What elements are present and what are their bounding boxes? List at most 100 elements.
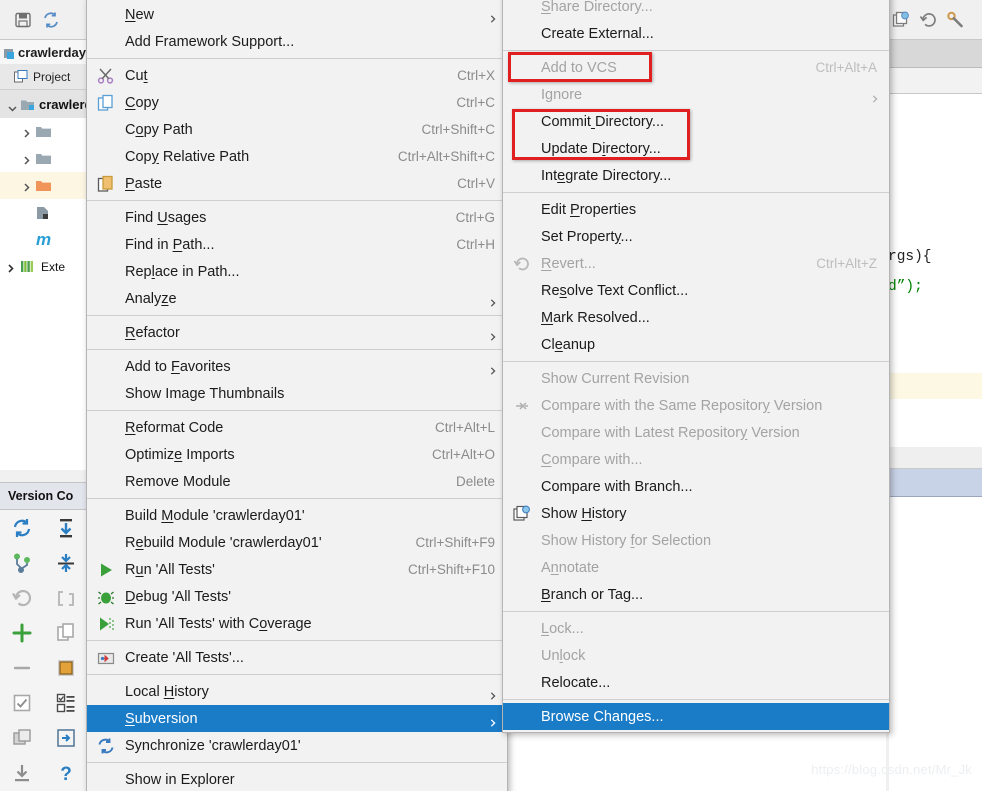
save-all-icon[interactable] bbox=[14, 11, 32, 29]
menu-item-refactor[interactable]: Refactor bbox=[87, 319, 507, 346]
menu-item-run-all-tests[interactable]: Run 'All Tests' Ctrl+Shift+F10 bbox=[87, 556, 507, 583]
menu-item-set-property[interactable]: Set Property... bbox=[503, 223, 889, 250]
menu-item-subversion[interactable]: Subversion bbox=[87, 705, 507, 732]
group-by-icon[interactable] bbox=[55, 692, 77, 714]
checkbox-icon[interactable] bbox=[11, 692, 33, 714]
menu-separator bbox=[87, 498, 507, 499]
update-icon[interactable] bbox=[55, 517, 77, 539]
menu-item-reformat-code[interactable]: Reformat Code Ctrl+Alt+L bbox=[87, 414, 507, 441]
settings-wrench-icon[interactable] bbox=[946, 11, 964, 29]
editor-tab-strip[interactable] bbox=[886, 40, 982, 68]
menu-item-paste[interactable]: Paste Ctrl+V bbox=[87, 170, 507, 197]
menu-item-mark-resolved[interactable]: Mark Resolved... bbox=[503, 304, 889, 331]
menu-item-update-directory[interactable]: Update Directory... bbox=[503, 135, 889, 162]
commit-icon[interactable] bbox=[55, 727, 77, 749]
diff-icon[interactable] bbox=[55, 657, 77, 679]
tree-root-row[interactable]: crawlerday01 bbox=[0, 90, 121, 118]
menu-item-cut[interactable]: Cut Ctrl+X bbox=[87, 62, 507, 89]
sync-refresh-icon[interactable] bbox=[42, 11, 60, 29]
expand-icon[interactable] bbox=[11, 727, 33, 749]
collapse-icon[interactable] bbox=[55, 552, 77, 574]
menu-item-rebuild-module-crawlerday01[interactable]: Rebuild Module 'crawlerday01' Ctrl+Shift+… bbox=[87, 529, 507, 556]
menu-item-find-usages[interactable]: Find Usages Ctrl+G bbox=[87, 204, 507, 231]
menu-item-run-all-tests-with-coverage[interactable]: Run 'All Tests' with Coverage bbox=[87, 610, 507, 637]
menu-item-remove-module[interactable]: Remove Module Delete bbox=[87, 468, 507, 495]
history-icon bbox=[513, 505, 531, 523]
rollback-icon[interactable] bbox=[11, 587, 33, 609]
menu-item-label: Optimize Imports bbox=[125, 446, 235, 463]
download-icon[interactable] bbox=[11, 762, 33, 784]
menu-item-optimize-imports[interactable]: Optimize Imports Ctrl+Alt+O bbox=[87, 441, 507, 468]
menu-item-add-to-favorites[interactable]: Add to Favorites bbox=[87, 353, 507, 380]
chevron-right-icon bbox=[489, 688, 497, 700]
menu-item-label: Resolve Text Conflict... bbox=[541, 282, 689, 299]
menu-item-add-framework-support[interactable]: Add Framework Support... bbox=[87, 28, 507, 55]
menu-item-compare-with-branch[interactable]: Compare with Branch... bbox=[503, 473, 889, 500]
project-tool-tab[interactable]: Project bbox=[0, 64, 88, 90]
menu-item-build-module-crawlerday01[interactable]: Build Module 'crawlerday01' bbox=[87, 502, 507, 529]
chevron-right-icon[interactable] bbox=[22, 127, 31, 138]
subversion-submenu[interactable]: Share Directory... Create External... Add … bbox=[502, 0, 890, 733]
tree-item-folder-1[interactable] bbox=[0, 118, 87, 145]
add-icon[interactable] bbox=[11, 622, 33, 644]
menu-item-copy-relative-path[interactable]: Copy Relative Path Ctrl+Alt+Shift+C bbox=[87, 143, 507, 170]
project-context-menu[interactable]: New Add Framework Support... Cut Ctrl+X Copy… bbox=[86, 0, 508, 791]
menu-item-copy[interactable]: Copy Ctrl+C bbox=[87, 89, 507, 116]
tree-item-module-file[interactable] bbox=[0, 199, 87, 226]
menu-item-create-external[interactable]: Create External... bbox=[503, 20, 889, 47]
menu-item-relocate[interactable]: Relocate... bbox=[503, 669, 889, 696]
tree-item-external-libraries[interactable]: Exte bbox=[0, 253, 87, 280]
menu-item-copy-path[interactable]: Copy Path Ctrl+Shift+C bbox=[87, 116, 507, 143]
menu-item-find-in-path[interactable]: Find in Path... Ctrl+H bbox=[87, 231, 507, 258]
menu-item-branch-or-tag[interactable]: Branch or Tag... bbox=[503, 581, 889, 608]
menu-item-annotate: Annotate bbox=[503, 554, 889, 581]
version-control-label: Version Co bbox=[8, 489, 74, 503]
menu-item-label: Copy Relative Path bbox=[125, 148, 250, 165]
menu-item-shortcut: Ctrl+H bbox=[456, 237, 495, 252]
version-control-tab[interactable]: Version Co bbox=[0, 482, 88, 510]
copy-icon[interactable] bbox=[55, 622, 77, 644]
menu-item-replace-in-path[interactable]: Replace in Path... bbox=[87, 258, 507, 285]
revert-icon[interactable] bbox=[919, 11, 937, 29]
menu-item-label: Reformat Code bbox=[125, 419, 224, 436]
show-history-icon[interactable] bbox=[892, 11, 910, 29]
menu-item-show-image-thumbnails[interactable]: Show Image Thumbnails bbox=[87, 380, 507, 407]
menu-item-analyze[interactable]: Analyze bbox=[87, 285, 507, 312]
menu-item-commit-directory[interactable]: Commit Directory... bbox=[503, 108, 889, 135]
tree-item-folder-selected[interactable] bbox=[0, 172, 87, 199]
remove-icon[interactable] bbox=[11, 657, 33, 679]
tree-item-folder-2[interactable] bbox=[0, 145, 87, 172]
chevron-right-icon[interactable] bbox=[22, 154, 31, 165]
menu-item-local-history[interactable]: Local History bbox=[87, 678, 507, 705]
menu-item-debug-all-tests[interactable]: Debug 'All Tests' bbox=[87, 583, 507, 610]
menu-item-show-history[interactable]: Show History bbox=[503, 500, 889, 527]
branch-icon[interactable] bbox=[11, 552, 33, 574]
menu-item-share-directory: Share Directory... bbox=[503, 0, 889, 20]
chevron-right-icon[interactable] bbox=[6, 262, 15, 273]
version-control-toolbar[interactable]: ? bbox=[0, 510, 88, 791]
menu-item-label: Analyze bbox=[125, 290, 177, 307]
menu-item-label: Cleanup bbox=[541, 336, 596, 353]
editor-canvas[interactable] bbox=[886, 94, 982, 791]
menu-separator bbox=[503, 699, 889, 700]
refresh-icon[interactable] bbox=[11, 517, 33, 539]
menu-item-ignore: Ignore bbox=[503, 81, 889, 108]
menu-item-edit-properties[interactable]: Edit Properties bbox=[503, 196, 889, 223]
shelve-icon[interactable] bbox=[55, 587, 77, 609]
menu-item-cleanup[interactable]: Cleanup bbox=[503, 331, 889, 358]
menu-item-browse-changes[interactable]: Browse Changes... bbox=[503, 703, 889, 730]
menu-item-show-in-explorer[interactable]: Show in Explorer bbox=[87, 766, 507, 791]
menu-item-new[interactable]: New bbox=[87, 1, 507, 28]
help-icon[interactable]: ? bbox=[55, 762, 77, 785]
menu-item-shortcut: Ctrl+C bbox=[456, 95, 495, 110]
menu-item-resolve-text-conflict[interactable]: Resolve Text Conflict... bbox=[503, 277, 889, 304]
tree-item-maven[interactable]: m bbox=[0, 226, 87, 253]
menu-item-integrate-directory[interactable]: Integrate Directory... bbox=[503, 162, 889, 189]
chevron-down-icon[interactable] bbox=[8, 100, 17, 112]
menu-item-create-all-tests[interactable]: Create 'All Tests'... bbox=[87, 644, 507, 671]
menu-item-label: Debug 'All Tests' bbox=[125, 588, 232, 605]
menu-item-label: Ignore bbox=[541, 86, 583, 103]
chevron-right-icon[interactable] bbox=[22, 181, 31, 192]
menu-item-synchronize-crawlerday01[interactable]: Synchronize 'crawlerday01' bbox=[87, 732, 507, 759]
project-tree[interactable]: m Exte bbox=[0, 118, 88, 480]
